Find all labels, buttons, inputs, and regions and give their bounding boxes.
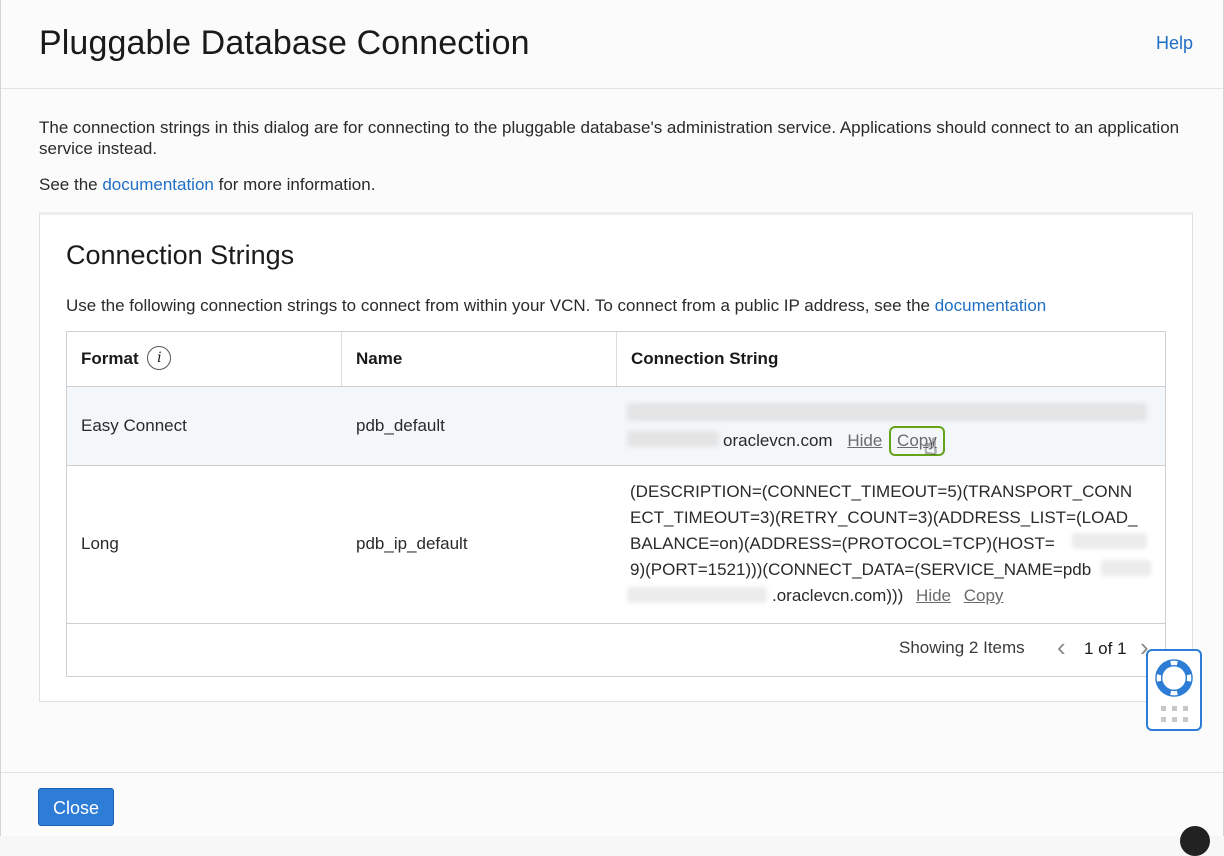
conn-line: .oraclevcn.com))) (772, 586, 904, 605)
support-widget[interactable] (1146, 649, 1202, 731)
column-header-connection-string[interactable]: Connection String (617, 332, 1165, 386)
redacted-domain (627, 587, 767, 603)
hide-link[interactable]: Hide (916, 586, 951, 605)
redacted-connection-string (627, 403, 1147, 421)
table-footer: Showing 2 Items ‹ 1 of 1 › (67, 624, 1165, 677)
panel-description: Use the following connection strings to … (66, 296, 1046, 316)
column-header-format[interactable]: Format i (67, 332, 342, 386)
intro-text: The connection strings in this dialog ar… (39, 118, 1180, 158)
column-header-name[interactable]: Name (342, 332, 617, 386)
close-button[interactable]: Close (38, 788, 114, 826)
conn-string-tail: oraclevcn.com (723, 431, 833, 450)
table-row (67, 387, 1165, 465)
format-header-label: Format (81, 349, 139, 368)
connection-strings-table: Format i Name Connection String Easy Con… (66, 331, 1166, 677)
redacted-connection-string (627, 431, 719, 447)
copy-focus-ring: Copy (889, 426, 945, 456)
see-prefix: See the (39, 175, 98, 194)
row-format: Long (81, 534, 119, 553)
dialog-footer (1, 772, 1223, 836)
grid-dots-icon (1161, 706, 1188, 722)
hide-link[interactable]: Hide (847, 431, 882, 450)
redacted-host (1072, 533, 1147, 549)
row-divider (67, 465, 1165, 466)
row-format: Easy Connect (81, 416, 187, 435)
public-ip-documentation-link[interactable]: documentation (935, 296, 1047, 315)
copy-link[interactable]: Copy (964, 586, 1004, 605)
item-count: Showing 2 Items (899, 638, 1025, 657)
dialog-title: Pluggable Database Connection (39, 24, 530, 62)
conn-line: (DESCRIPTION=(CONNECT_TIMEOUT=5)(TRANSPO… (630, 482, 1133, 501)
info-icon[interactable]: i (147, 346, 172, 371)
conn-line: ECT_TIMEOUT=3)(RETRY_COUNT=3)(ADDRESS_LI… (630, 508, 1138, 527)
see-suffix: for more information. (218, 175, 376, 194)
panel-desc-text: Use the following connection strings to … (66, 296, 930, 315)
panel-title: Connection Strings (66, 240, 295, 270)
copy-link[interactable]: Copy (897, 431, 937, 450)
documentation-link[interactable]: documentation (102, 175, 214, 194)
page-indicator: 1 of 1 (1084, 639, 1127, 658)
connection-dialog: Pluggable Database Connection Help The c… (0, 0, 1224, 836)
redacted-service-name (1101, 560, 1151, 576)
chevron-left-icon[interactable]: ‹ (1057, 632, 1066, 663)
documentation-note: See the documentation for more informati… (39, 175, 375, 195)
dialog-header: Pluggable Database Connection Help (1, 0, 1223, 89)
lifebuoy-icon (1155, 659, 1193, 697)
row-name: pdb_ip_default (356, 534, 468, 553)
row-name: pdb_default (356, 416, 445, 435)
conn-line: 9)(PORT=1521)))(CONNECT_DATA=(SERVICE_NA… (630, 560, 1092, 579)
corner-indicator (1180, 826, 1210, 856)
conn-line: BALANCE=on)(ADDRESS=(PROTOCOL=TCP)(HOST= (630, 534, 1055, 553)
connection-strings-panel: Connection Strings Use the following con… (39, 212, 1193, 702)
connection-string-row1: oraclevcn.com Hide Copy (723, 426, 945, 456)
help-link[interactable]: Help (1156, 33, 1193, 54)
